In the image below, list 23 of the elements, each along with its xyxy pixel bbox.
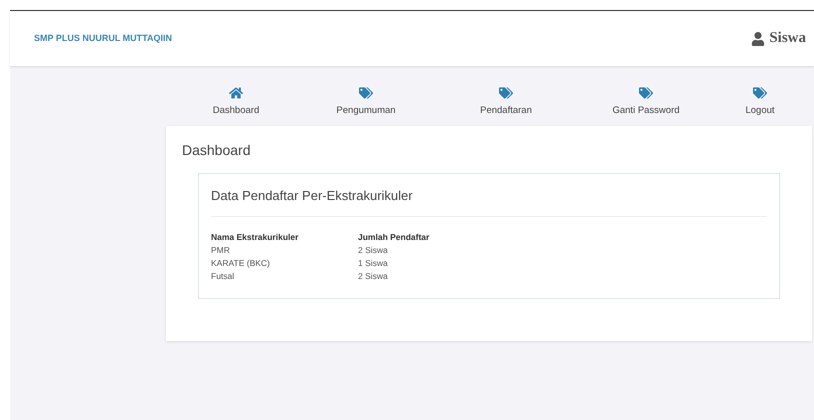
page-title: Dashboard (182, 141, 252, 160)
table-cell-text: 1 Siswa (358, 256, 389, 270)
tags-icon (639, 86, 653, 100)
table-cell-text: 2 Siswa (358, 270, 389, 282)
tags-icon (359, 86, 373, 100)
tags-icon (499, 86, 513, 100)
nav-link[interactable]: Pendaftaran (426, 86, 586, 126)
table-cell-text: PMR (211, 244, 231, 256)
user-menu[interactable]: Siswa (769, 27, 806, 50)
table-cell-text: Futsal (211, 270, 236, 282)
nav-link[interactable]: Pengumuman (306, 86, 426, 126)
user-icon (751, 32, 766, 46)
nav-link[interactable]: Ganti Password (586, 86, 706, 126)
brand-title[interactable]: SMP PLUS NUURUL MUTTAQIIN (34, 32, 172, 46)
panel-title: Data Pendaftar Per-Ekstrakurikuler (211, 186, 767, 216)
nav-link[interactable]: Dashboard (166, 86, 306, 126)
home-icon (229, 86, 243, 100)
table-cell-text: 2 Siswa (358, 244, 389, 256)
column-header: Nama Ekstrakurikuler (211, 230, 300, 244)
table-cell-text: KARATE (BKC) (211, 256, 271, 270)
nav-link[interactable]: Logout (706, 86, 814, 126)
column-header: Jumlah Pendaftar (358, 230, 430, 244)
tags-icon (753, 86, 767, 100)
